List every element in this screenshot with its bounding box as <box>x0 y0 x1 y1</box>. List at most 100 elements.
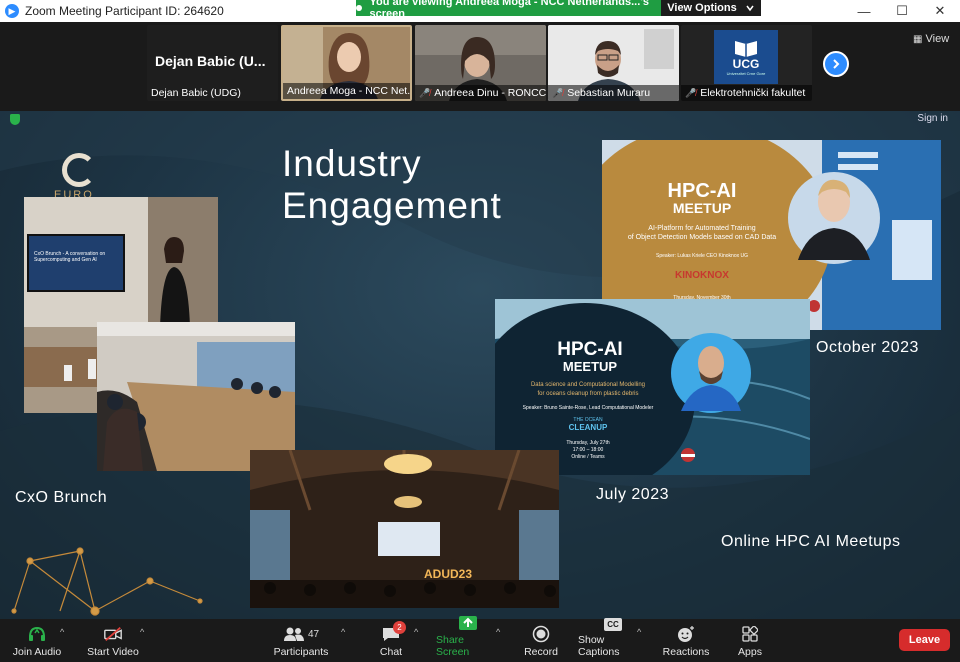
show-captions-button[interactable]: CC Show Captions <box>578 618 648 662</box>
mic-muted-icon: 🎤̸ <box>685 87 697 98</box>
slide-title-line2: Engagement <box>282 185 502 226</box>
participants-button[interactable]: 47 Participants <box>270 619 332 662</box>
audio-options-caret[interactable]: ^ <box>60 627 64 637</box>
view-options-button[interactable]: View Options <box>661 0 761 16</box>
hall-sign-text: ADUD23 <box>424 567 473 581</box>
smiley-icon <box>676 625 696 643</box>
zoom-app-icon: ▶ <box>5 4 19 18</box>
july-poster-title-2: MEETUP <box>562 359 618 374</box>
conference-hall-photo: ADUD23 <box>250 450 559 608</box>
gallery-view-button[interactable]: ▦ View <box>913 33 949 45</box>
eurocc-logo-icon <box>62 153 96 187</box>
mic-muted-icon: 🎤̸ <box>552 87 564 98</box>
chat-unread-badge: 2 <box>393 621 406 634</box>
apps-button[interactable]: Apps <box>730 619 770 662</box>
participant-gallery: Dejan Babic (U... Dejan Babic (UDG) Andr… <box>0 22 960 104</box>
caption-july-2023: July 2023 <box>596 486 669 503</box>
caption-online-meetups: Online HPC AI Meetups <box>721 533 901 550</box>
participant-tile[interactable]: Andreea Moga - NCC Net... <box>281 25 412 101</box>
mic-muted-icon: 🎤̸ <box>419 87 431 98</box>
close-button[interactable]: ✕ <box>921 0 959 22</box>
july-poster-brand: CLEANUP <box>568 423 608 432</box>
video-options-caret[interactable]: ^ <box>140 627 144 637</box>
ucg-logo-text: UCG <box>732 56 760 71</box>
participant-tile[interactable]: 🎤̸ Sebastian Muraru <box>548 25 679 101</box>
leave-button[interactable]: Leave <box>899 629 950 651</box>
share-indicator-icon <box>356 5 362 11</box>
july-poster-speaker: Speaker: Bruno Sainte-Rose, Lead Computa… <box>522 405 654 411</box>
view-label: View <box>925 33 950 45</box>
october-poster-brand: KINOKNOX <box>675 270 729 281</box>
show-captions-label: Show Captions <box>578 634 620 658</box>
july-poster-title-1: HPC-AI <box>557 339 623 360</box>
view-options-label: View Options <box>667 2 737 14</box>
share-banner-text: You are viewing Andreea Moga - NCC Nethe… <box>369 0 650 20</box>
participants-icon: 47 <box>281 625 321 643</box>
headphones-icon <box>27 625 47 643</box>
october-poster-title-2: MEETUP <box>672 200 732 216</box>
participants-options-caret[interactable]: ^ <box>341 627 345 637</box>
reactions-button[interactable]: Reactions <box>660 619 712 662</box>
sign-in-link[interactable]: Sign in <box>917 113 948 124</box>
record-label: Record <box>524 646 558 658</box>
ucg-logo-subtext: Univerzitet Crne Gore <box>726 70 766 76</box>
hall-scene <box>250 450 559 608</box>
october-poster-subtitle-1: AI-Platform for Automated Training <box>648 225 756 232</box>
participants-count: 47 <box>307 628 320 640</box>
share-options-caret[interactable]: ^ <box>496 627 500 637</box>
cxo-screen-text: CxO Brunch - A conversation on Supercomp… <box>34 251 106 263</box>
captions-icon: CC <box>602 618 624 631</box>
participant-name: Andreea Moga - NCC Net... <box>287 85 410 97</box>
reactions-label: Reactions <box>662 646 710 658</box>
join-audio-label: Join Audio <box>12 646 62 658</box>
chevron-right-icon <box>833 59 840 69</box>
record-button[interactable]: Record <box>518 619 564 662</box>
apps-label: Apps <box>738 646 762 658</box>
security-shield-icon <box>10 114 20 125</box>
july-poster-subtitle-2: for oceans cleanup from plastic debris <box>537 391 639 397</box>
captions-options-caret[interactable]: ^ <box>637 627 641 637</box>
slide-title-line1: Industry <box>282 143 422 184</box>
participant-big-name: Dejan Babic (U... <box>155 53 266 69</box>
participant-name: Sebastian Muraru <box>567 87 651 99</box>
participant-name: Dejan Babic (UDG) <box>151 87 241 99</box>
gallery-next-button[interactable] <box>823 51 849 77</box>
zoom-window: ▶ Zoom Meeting Participant ID: 264620 Yo… <box>0 0 960 662</box>
book-icon <box>735 40 757 57</box>
july-poster-date-1: Thursday, July 27th <box>566 440 610 446</box>
meeting-toolbar: Join Audio ^ Start Video ^ 47 Participan… <box>0 616 960 662</box>
caption-cxo-brunch: CxO Brunch <box>15 489 108 506</box>
participant-tile[interactable]: UCG Univerzitet Crne Gore 🎤̸ Elektrotehn… <box>681 25 812 101</box>
start-video-button[interactable]: Start Video <box>84 619 142 662</box>
grid-icon: ▦ <box>913 34 923 45</box>
july-poster-subtitle-1: Data science and Computational Modelling <box>530 382 646 388</box>
screen-share-banner: You are viewing Andreea Moga - NCC Nethe… <box>356 0 661 20</box>
share-screen-button[interactable]: Share Screen <box>436 616 500 662</box>
join-audio-button[interactable]: Join Audio <box>10 619 64 662</box>
july-meetup-poster: HPC-AI MEETUP Data science and Computati… <box>495 299 810 475</box>
cxo-brunch-photo-2 <box>97 322 295 471</box>
participants-label: Participants <box>273 646 329 658</box>
shared-screen: Sign in EURO Industry Engagement CxO Bru… <box>0 111 960 619</box>
share-screen-label: Share Screen <box>436 634 470 658</box>
minimize-button[interactable]: — <box>845 0 883 22</box>
start-video-label: Start Video <box>87 646 139 658</box>
participant-name: Andreea Dinu - RONCC <box>434 87 546 99</box>
video-off-icon <box>103 625 123 643</box>
caption-october-2023: October 2023 <box>816 339 919 356</box>
october-poster-subtitle-2: of Object Detection Models based on CAD … <box>627 234 777 241</box>
chat-options-caret[interactable]: ^ <box>414 627 418 637</box>
participant-tile[interactable]: 🎤̸ Andreea Dinu - RONCC <box>415 25 546 101</box>
participant-name: Elektrotehnički fakultet <box>700 87 806 99</box>
maximize-button[interactable]: ☐ <box>883 0 921 22</box>
ucg-logo: UCG Univerzitet Crne Gore <box>714 30 778 84</box>
record-icon <box>531 625 551 643</box>
meeting-table-scene <box>97 322 295 471</box>
chevron-down-icon <box>746 5 754 12</box>
window-title: Zoom Meeting Participant ID: 264620 <box>25 4 224 18</box>
october-poster-speaker: Speaker: Lukas Kriele CEO Kinoknox UG <box>656 253 748 259</box>
participant-tile[interactable]: Dejan Babic (U... Dejan Babic (UDG) <box>147 25 278 101</box>
share-screen-icon <box>458 615 478 631</box>
apps-icon <box>740 625 760 643</box>
chat-label: Chat <box>379 646 403 658</box>
